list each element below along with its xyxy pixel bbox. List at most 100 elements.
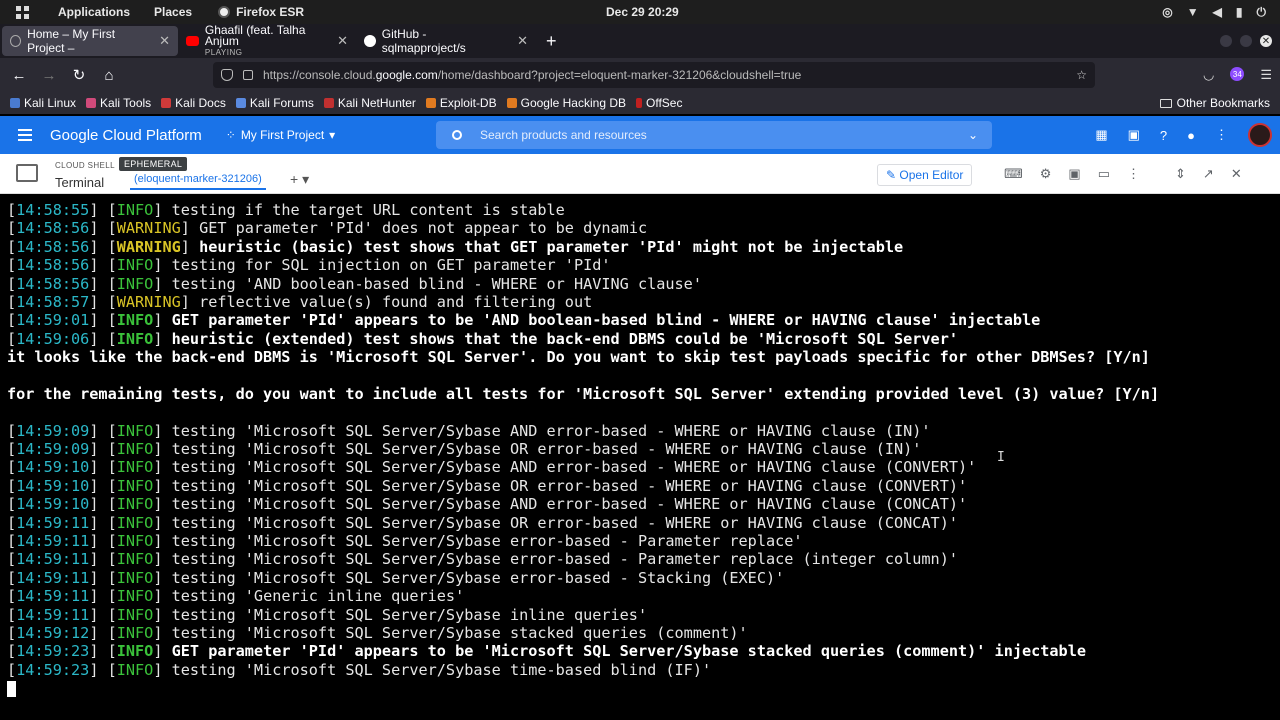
kali-docs-icon — [161, 98, 172, 108]
app-grid-icon[interactable] — [16, 5, 40, 19]
cloud-shell-icon[interactable]: ▣ — [1128, 127, 1140, 143]
terminal-output[interactable]: [14:58:55] [INFO] testing if the target … — [0, 195, 1280, 720]
log-level: INFO — [116, 660, 154, 679]
lock-icon[interactable] — [243, 70, 253, 80]
bookmark-exploit-db[interactable]: Exploit-DB — [425, 96, 497, 110]
keyboard-icon[interactable]: ⌨ — [1004, 166, 1023, 182]
hamburger-menu-icon[interactable] — [18, 129, 32, 141]
log-message: testing 'Microsoft SQL Server/Sybase AND… — [162, 421, 931, 440]
bookmark-offsec[interactable]: OffSec — [636, 96, 682, 110]
search-icon — [452, 130, 462, 140]
wifi-icon[interactable]: ▼ — [1187, 5, 1199, 19]
terminal-cursor — [7, 680, 16, 697]
forward-button[interactable]: → — [34, 67, 64, 84]
bookmark-kali-forums[interactable]: Kali Forums — [235, 96, 314, 110]
volume-icon[interactable]: ◀ — [1213, 5, 1222, 19]
terminal-line: [14:59:06] [INFO] heuristic (extended) t… — [7, 329, 958, 348]
log-message: testing 'Microsoft SQL Server/Sybase OR … — [162, 476, 968, 495]
minimize-panel-icon[interactable]: ▭ — [1098, 166, 1110, 182]
timestamp: 14:58:56 — [16, 274, 90, 293]
new-tab-button[interactable]: + — [546, 31, 557, 52]
bookmark-google-hacking-db[interactable]: Google Hacking DB — [506, 96, 626, 110]
home-button[interactable]: ⌂ — [94, 67, 124, 84]
close-window-button[interactable]: ✕ — [1260, 35, 1272, 47]
log-message: testing 'Microsoft SQL Server/Sybase OR … — [162, 440, 922, 459]
more-vert-icon[interactable]: ⋮ — [1215, 127, 1228, 143]
youtube-icon — [186, 36, 199, 46]
timestamp: 14:59:11 — [16, 568, 90, 587]
gift-icon[interactable]: ▦ — [1095, 127, 1107, 143]
timestamp: 14:59:11 — [16, 513, 90, 532]
close-tab-icon[interactable]: ✕ — [337, 33, 348, 49]
vpn-icon[interactable]: ◎ — [1162, 5, 1172, 19]
folder-icon — [1159, 98, 1172, 108]
open-editor-button[interactable]: ✎ Open Editor — [877, 164, 973, 186]
gcp-title[interactable]: Google Cloud Platform — [50, 127, 202, 144]
log-level: INFO — [116, 311, 154, 330]
terminal-line: [14:59:11] [INFO] testing 'Microsoft SQL… — [7, 532, 803, 551]
tab-github[interactable]: GitHub - sqlmapproject/s ✕ — [356, 26, 536, 56]
text-cursor-icon: I — [997, 450, 1005, 465]
log-message: heuristic (extended) test shows that the… — [162, 329, 958, 348]
power-icon[interactable]: ⏻ — [1257, 5, 1267, 20]
maximize-button[interactable] — [1240, 35, 1252, 47]
timestamp: 14:59:11 — [16, 605, 90, 624]
kali-forums-icon — [235, 98, 246, 108]
log-level: WARNING — [116, 219, 181, 238]
microphone-icon[interactable]: ▮ — [1236, 5, 1243, 19]
bookmark-kali-tools[interactable]: Kali Tools — [86, 96, 151, 110]
timestamp: 14:59:10 — [16, 458, 90, 477]
places-menu[interactable]: Places — [154, 5, 192, 19]
more-vert-icon[interactable]: ⋮ — [1127, 166, 1140, 182]
minimize-button[interactable] — [1220, 35, 1232, 47]
back-button[interactable]: ← — [4, 67, 34, 84]
add-tab-button[interactable]: + ▾ — [290, 171, 309, 188]
terminal-icon — [16, 164, 38, 182]
search-bar[interactable]: Search products and resources ⌄ — [436, 121, 992, 149]
tab-youtube[interactable]: Ghaafil (feat. Talha Anjum PLAYING ✕ — [178, 24, 356, 57]
log-level: INFO — [116, 587, 154, 606]
bookmarks-bar: Kali Linux Kali Tools Kali Docs Kali For… — [0, 92, 1280, 114]
clock[interactable]: Dec 29 20:29 — [606, 5, 679, 19]
tab-eloquent-marker[interactable]: (eloquent-marker-321206) — [130, 173, 266, 190]
log-message: testing for SQL injection on GET paramet… — [162, 256, 611, 275]
terminal-line: [14:59:11] [INFO] testing 'Microsoft SQL… — [7, 550, 958, 569]
close-icon[interactable]: ✕ — [1231, 166, 1242, 182]
terminal-line: [14:59:10] [INFO] testing 'Microsoft SQL… — [7, 458, 977, 477]
open-new-window-icon[interactable]: ↗ — [1203, 166, 1214, 182]
applications-menu[interactable]: Applications — [58, 5, 130, 19]
pocket-icon[interactable]: ◡ — [1203, 67, 1214, 83]
extension-badge[interactable]: 34 — [1230, 67, 1245, 81]
project-selector[interactable]: ⁘ My First Project ▾ — [226, 128, 335, 142]
log-message: reflective value(s) found and filtering … — [189, 292, 593, 311]
url-text[interactable]: https://console.cloud.google.com/home/da… — [263, 68, 801, 82]
avatar[interactable] — [1248, 123, 1272, 147]
help-icon[interactable]: ? — [1160, 128, 1167, 143]
terminal-line: [14:59:10] [INFO] testing 'Microsoft SQL… — [7, 476, 968, 495]
reload-button[interactable]: ↻ — [64, 66, 94, 84]
tracking-protection-icon[interactable] — [221, 69, 233, 81]
other-bookmarks[interactable]: Other Bookmarks — [1159, 96, 1270, 110]
menu-icon[interactable]: ☰ — [1260, 67, 1272, 83]
bookmark-kali-docs[interactable]: Kali Docs — [161, 96, 226, 110]
log-level: INFO — [116, 550, 154, 569]
search-input[interactable]: Search products and resources — [480, 128, 647, 142]
web-preview-icon[interactable]: ▣ — [1068, 166, 1080, 182]
settings-icon[interactable]: ⚙ — [1040, 166, 1052, 182]
chevron-down-icon[interactable]: ⌄ — [968, 128, 978, 142]
firefox-taskbar-item[interactable]: Firefox ESR — [218, 5, 304, 19]
close-tab-icon[interactable]: ✕ — [517, 33, 528, 49]
close-tab-icon[interactable]: ✕ — [159, 33, 170, 49]
timestamp: 14:59:11 — [16, 587, 90, 606]
bookmark-kali-nethunter[interactable]: Kali NetHunter — [323, 96, 416, 110]
url-bar[interactable]: https://console.cloud.google.com/home/da… — [213, 62, 1095, 88]
terminal-line: [14:58:56] [INFO] testing for SQL inject… — [7, 256, 611, 275]
shell-toolbar: ⌨ ⚙ ▣ ▭ ⋮ ⇕ ↗ ✕ — [1004, 166, 1242, 182]
log-message: testing 'Microsoft SQL Server/Sybase AND… — [162, 495, 968, 514]
bookmark-kali-linux[interactable]: Kali Linux — [10, 96, 76, 110]
notifications-icon[interactable]: ● — [1187, 128, 1195, 143]
timestamp: 14:59:23 — [16, 642, 90, 661]
tab-gcp-home[interactable]: Home – My First Project – ✕ — [2, 26, 178, 56]
bookmark-star-icon[interactable]: ☆ — [1076, 68, 1087, 82]
expand-icon[interactable]: ⇕ — [1175, 166, 1186, 182]
